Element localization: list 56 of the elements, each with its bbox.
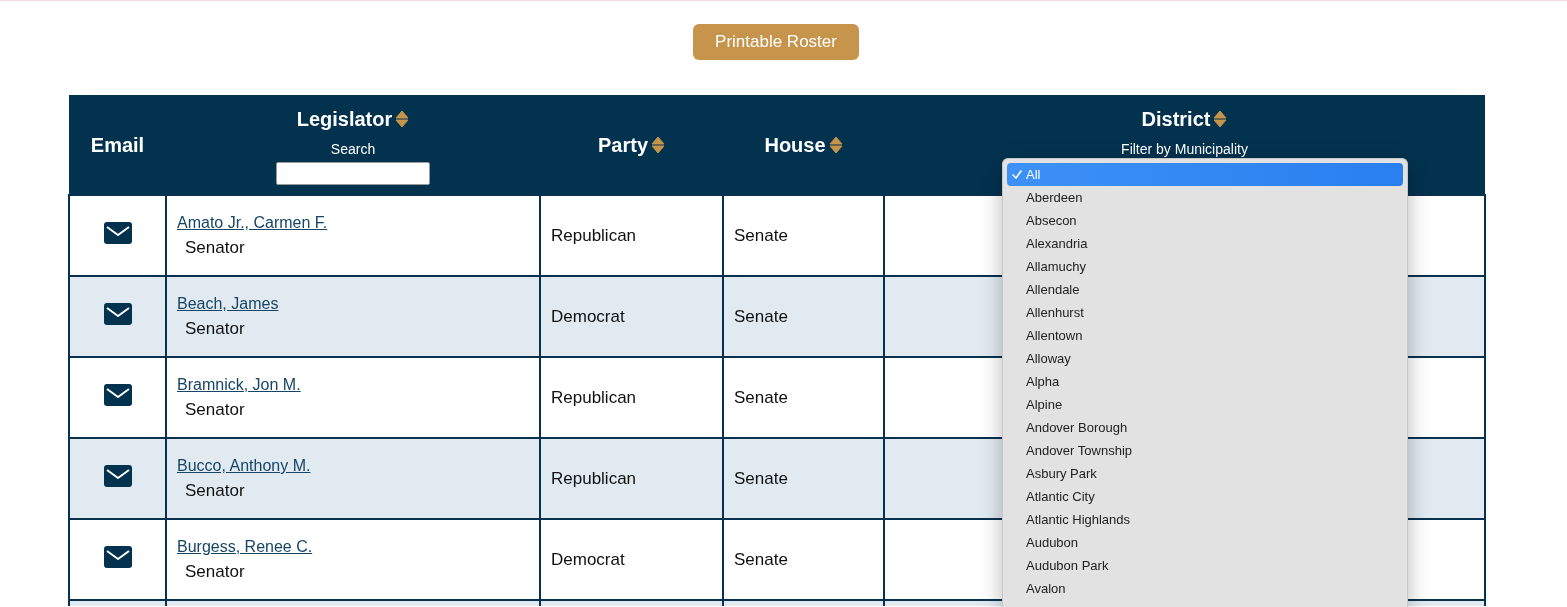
filter-label: Search [330,141,376,158]
legislator-link[interactable]: Amato Jr., Carmen F. [177,211,328,235]
dropdown-option[interactable]: Atlantic Highlands [1007,508,1403,531]
table-cell: Republican [540,438,723,519]
dropdown-option[interactable]: Allendale [1007,278,1403,301]
sort-icon[interactable] [1213,110,1228,128]
envelope-icon[interactable] [103,303,132,325]
table-cell: Senate [723,195,884,276]
legislator-link[interactable]: Bucco, Anthony M. [177,454,311,478]
dropdown-option[interactable]: Absecon [1007,209,1403,232]
dropdown-option[interactable]: Allamuchy [1007,255,1403,278]
column-title: House [764,132,826,157]
dropdown-option[interactable]: Avalon [1007,577,1403,600]
dropdown-option[interactable]: Atlantic City [1007,485,1403,508]
legislator-title: Senator [185,480,246,502]
table-cell: Senate [723,276,884,357]
dropdown-option[interactable]: Asbury Park [1007,462,1403,485]
envelope-icon[interactable] [103,465,132,487]
envelope-icon[interactable] [103,546,132,568]
envelope-icon[interactable] [103,222,132,244]
table-cell: Democrat [540,519,723,600]
column-title: District [1141,107,1211,131]
table-cell: Republican [540,195,723,276]
sort-icon[interactable] [651,135,665,154]
dropdown-option[interactable]: Audubon Park [1007,554,1403,577]
table-cell: Senate [723,438,884,519]
table-cell: Senate [723,519,884,600]
legislator-title: Senator [185,237,246,259]
dropdown-option[interactable]: Alloway [1007,347,1403,370]
legislator-title: Senator [185,399,246,421]
legislator-link[interactable]: Bramnick, Jon M. [177,373,301,397]
dropdown-option[interactable]: Audubon [1007,531,1403,554]
dropdown-option[interactable]: Aberdeen [1007,186,1403,209]
dropdown-option[interactable]: Allenhurst [1007,301,1403,324]
dropdown-option[interactable]: Alpine [1007,393,1403,416]
sort-icon[interactable] [395,110,410,128]
table-cell: Democrat [540,276,723,357]
search-field[interactable] [276,162,430,185]
sort-icon[interactable] [828,135,843,154]
checkmark-icon [1012,170,1022,179]
legislator-link[interactable]: Burgess, Renee C. [177,535,313,559]
dropdown-option[interactable]: Alexandria [1007,232,1403,255]
column-title: Legislator [296,107,393,131]
dropdown-option[interactable]: Allentown [1007,324,1403,347]
table-cell: Senate [723,357,884,438]
legislator-link[interactable]: Beach, James [177,292,279,316]
legislator-title: Senator [185,561,246,583]
dropdown-option[interactable]: Andover Township [1007,439,1403,462]
dropdown-option[interactable]: Andover Borough [1007,416,1403,439]
filter-label: Filter by Municipality [1121,141,1248,158]
table-cell: Republican [540,357,723,438]
column-title: Email [90,132,145,157]
envelope-icon[interactable] [103,384,132,406]
column-title: Party [598,132,648,157]
dropdown-option[interactable]: Alpha [1007,370,1403,393]
legislator-title: Senator [185,318,246,340]
